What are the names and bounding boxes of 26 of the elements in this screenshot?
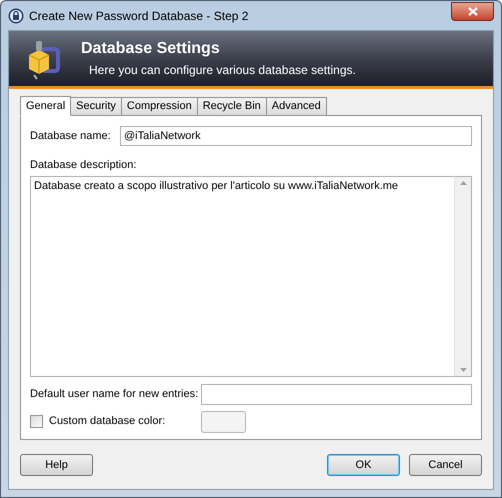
input-field[interactable]: @iTaliaNetwork: [120, 126, 472, 146]
color-button[interactable]: [201, 410, 246, 432]
dialog-button[interactable]: Help: [20, 454, 93, 476]
tab[interactable]: Compression: [120, 97, 198, 115]
dialog-button[interactable]: Cancel: [409, 454, 482, 476]
scrollbar[interactable]: [454, 176, 472, 376]
field-label: Database description:: [30, 158, 138, 173]
tab[interactable]: Security: [70, 97, 122, 115]
tab[interactable]: Advanced: [266, 97, 327, 115]
dialog-button[interactable]: OK: [327, 454, 400, 476]
lock-icon: [8, 8, 24, 24]
header-subtitle: Here you can configure various database settings.: [89, 62, 356, 78]
up-arrow-icon: [460, 180, 466, 184]
input-field[interactable]: [201, 384, 472, 404]
close-button[interactable]: [451, 2, 494, 21]
checkbox-label: Custom database color:: [49, 414, 166, 430]
tab[interactable]: General: [20, 96, 72, 116]
field-label: Default user name for new entries:: [30, 386, 200, 402]
field-label: Database name:: [30, 128, 112, 144]
window-title: Create New Password Database - Step 2: [29, 8, 248, 24]
tab[interactable]: Recycle Bin: [196, 97, 267, 115]
down-arrow-icon: [460, 368, 466, 372]
close-icon: [468, 7, 478, 16]
checkbox[interactable]: [30, 415, 43, 428]
header-title: Database Settings: [81, 38, 221, 58]
text-area[interactable]: Database creato a scopo illustrativo per l'articolo su www.iTaliaNetwork.me: [30, 176, 454, 376]
